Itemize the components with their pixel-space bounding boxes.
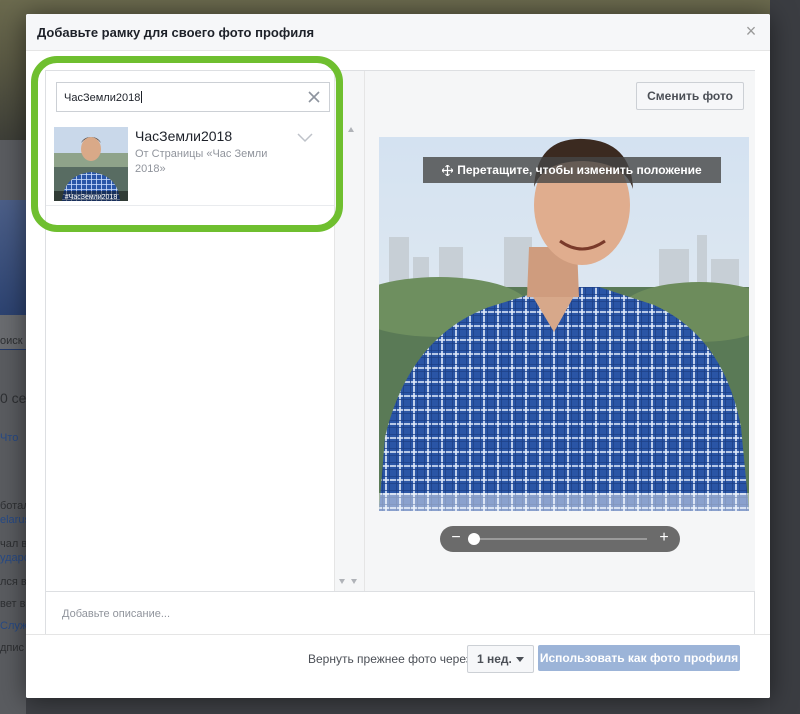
background-bottom — [26, 698, 770, 714]
frame-source: От Страницы «Час Земли 2018» — [135, 148, 268, 175]
photo-preview-pane: Сменить фото Перетащите, чтобы изменить … — [364, 71, 755, 591]
duration-value: 1 нед. — [477, 652, 512, 666]
dialog-content: ЧасЗемли2018 #ЧасЗемли2018 ЧасЗемли2018 … — [45, 70, 755, 634]
zoom-track[interactable] — [473, 538, 647, 540]
revert-duration-select[interactable]: 1 нед. — [467, 645, 534, 673]
zoom-handle[interactable] — [468, 533, 480, 545]
frame-title: ЧасЗемли2018 — [135, 128, 233, 144]
background-text: дпис — [0, 642, 25, 654]
frame-thumbnail: #ЧасЗемли2018 — [54, 127, 128, 201]
drag-hint-text: Перетащите, чтобы изменить положение — [457, 163, 702, 177]
profile-photo-preview[interactable]: Перетащите, чтобы изменить положение — [379, 137, 749, 511]
close-icon[interactable]: × — [742, 22, 760, 40]
background-text: Что — [0, 432, 19, 444]
change-photo-button[interactable]: Сменить фото — [636, 82, 744, 110]
dialog-title: Добавьте рамку для своего фото профиля — [37, 25, 315, 40]
background-text: оиск — [0, 335, 23, 347]
scroll-down-arrow-icon[interactable] — [339, 579, 345, 584]
search-value[interactable]: ЧасЗемли2018 — [64, 91, 142, 104]
background-text: вет в — [0, 598, 26, 610]
scrollbar[interactable] — [334, 71, 365, 591]
background-text: ударс — [0, 552, 30, 564]
scroll-up-arrow-icon[interactable] — [348, 127, 354, 132]
zoom-out-icon[interactable]: − — [447, 529, 465, 547]
frame-result-item[interactable]: #ЧасЗемли2018 ЧасЗемли2018 От Страницы «… — [46, 121, 334, 206]
profile-frame-dialog: Добавьте рамку для своего фото профиля ×… — [26, 14, 770, 698]
use-as-profile-photo-button[interactable]: Использовать как фото профиля — [538, 645, 740, 671]
zoom-slider[interactable]: − + — [440, 526, 680, 552]
chevron-down-icon[interactable] — [296, 132, 314, 144]
dialog-footer: Вернуть прежнее фото через 1 нед. Исполь… — [26, 634, 770, 698]
description-input[interactable]: Добавьте описание... — [62, 608, 170, 620]
drag-to-reposition-hint[interactable]: Перетащите, чтобы изменить положение — [423, 157, 721, 183]
background-text: чал в — [0, 538, 28, 550]
revert-label: Вернуть прежнее фото через — [308, 652, 472, 666]
background-text: лся в — [0, 576, 27, 588]
thumbnail-caption: #ЧасЗемли2018 — [65, 194, 118, 201]
background-left-column: оиск 0 себ Что ботал elarus чал в ударс … — [0, 140, 34, 714]
frame-picker-pane: ЧасЗемли2018 #ЧасЗемли2018 ЧасЗемли2018 … — [46, 71, 334, 591]
caret-down-icon — [515, 657, 524, 662]
background-text: Служ — [0, 620, 28, 632]
description-row: Добавьте описание... — [46, 591, 754, 634]
scroll-down-arrow-icon[interactable] — [351, 579, 357, 584]
clear-search-icon[interactable] — [305, 88, 323, 106]
move-icon — [442, 165, 454, 176]
background-right-area — [770, 0, 800, 714]
dialog-header: Добавьте рамку для своего фото профиля × — [26, 14, 770, 51]
zoom-in-icon[interactable]: + — [655, 529, 673, 547]
frame-search-input[interactable]: ЧасЗемли2018 — [56, 82, 330, 112]
